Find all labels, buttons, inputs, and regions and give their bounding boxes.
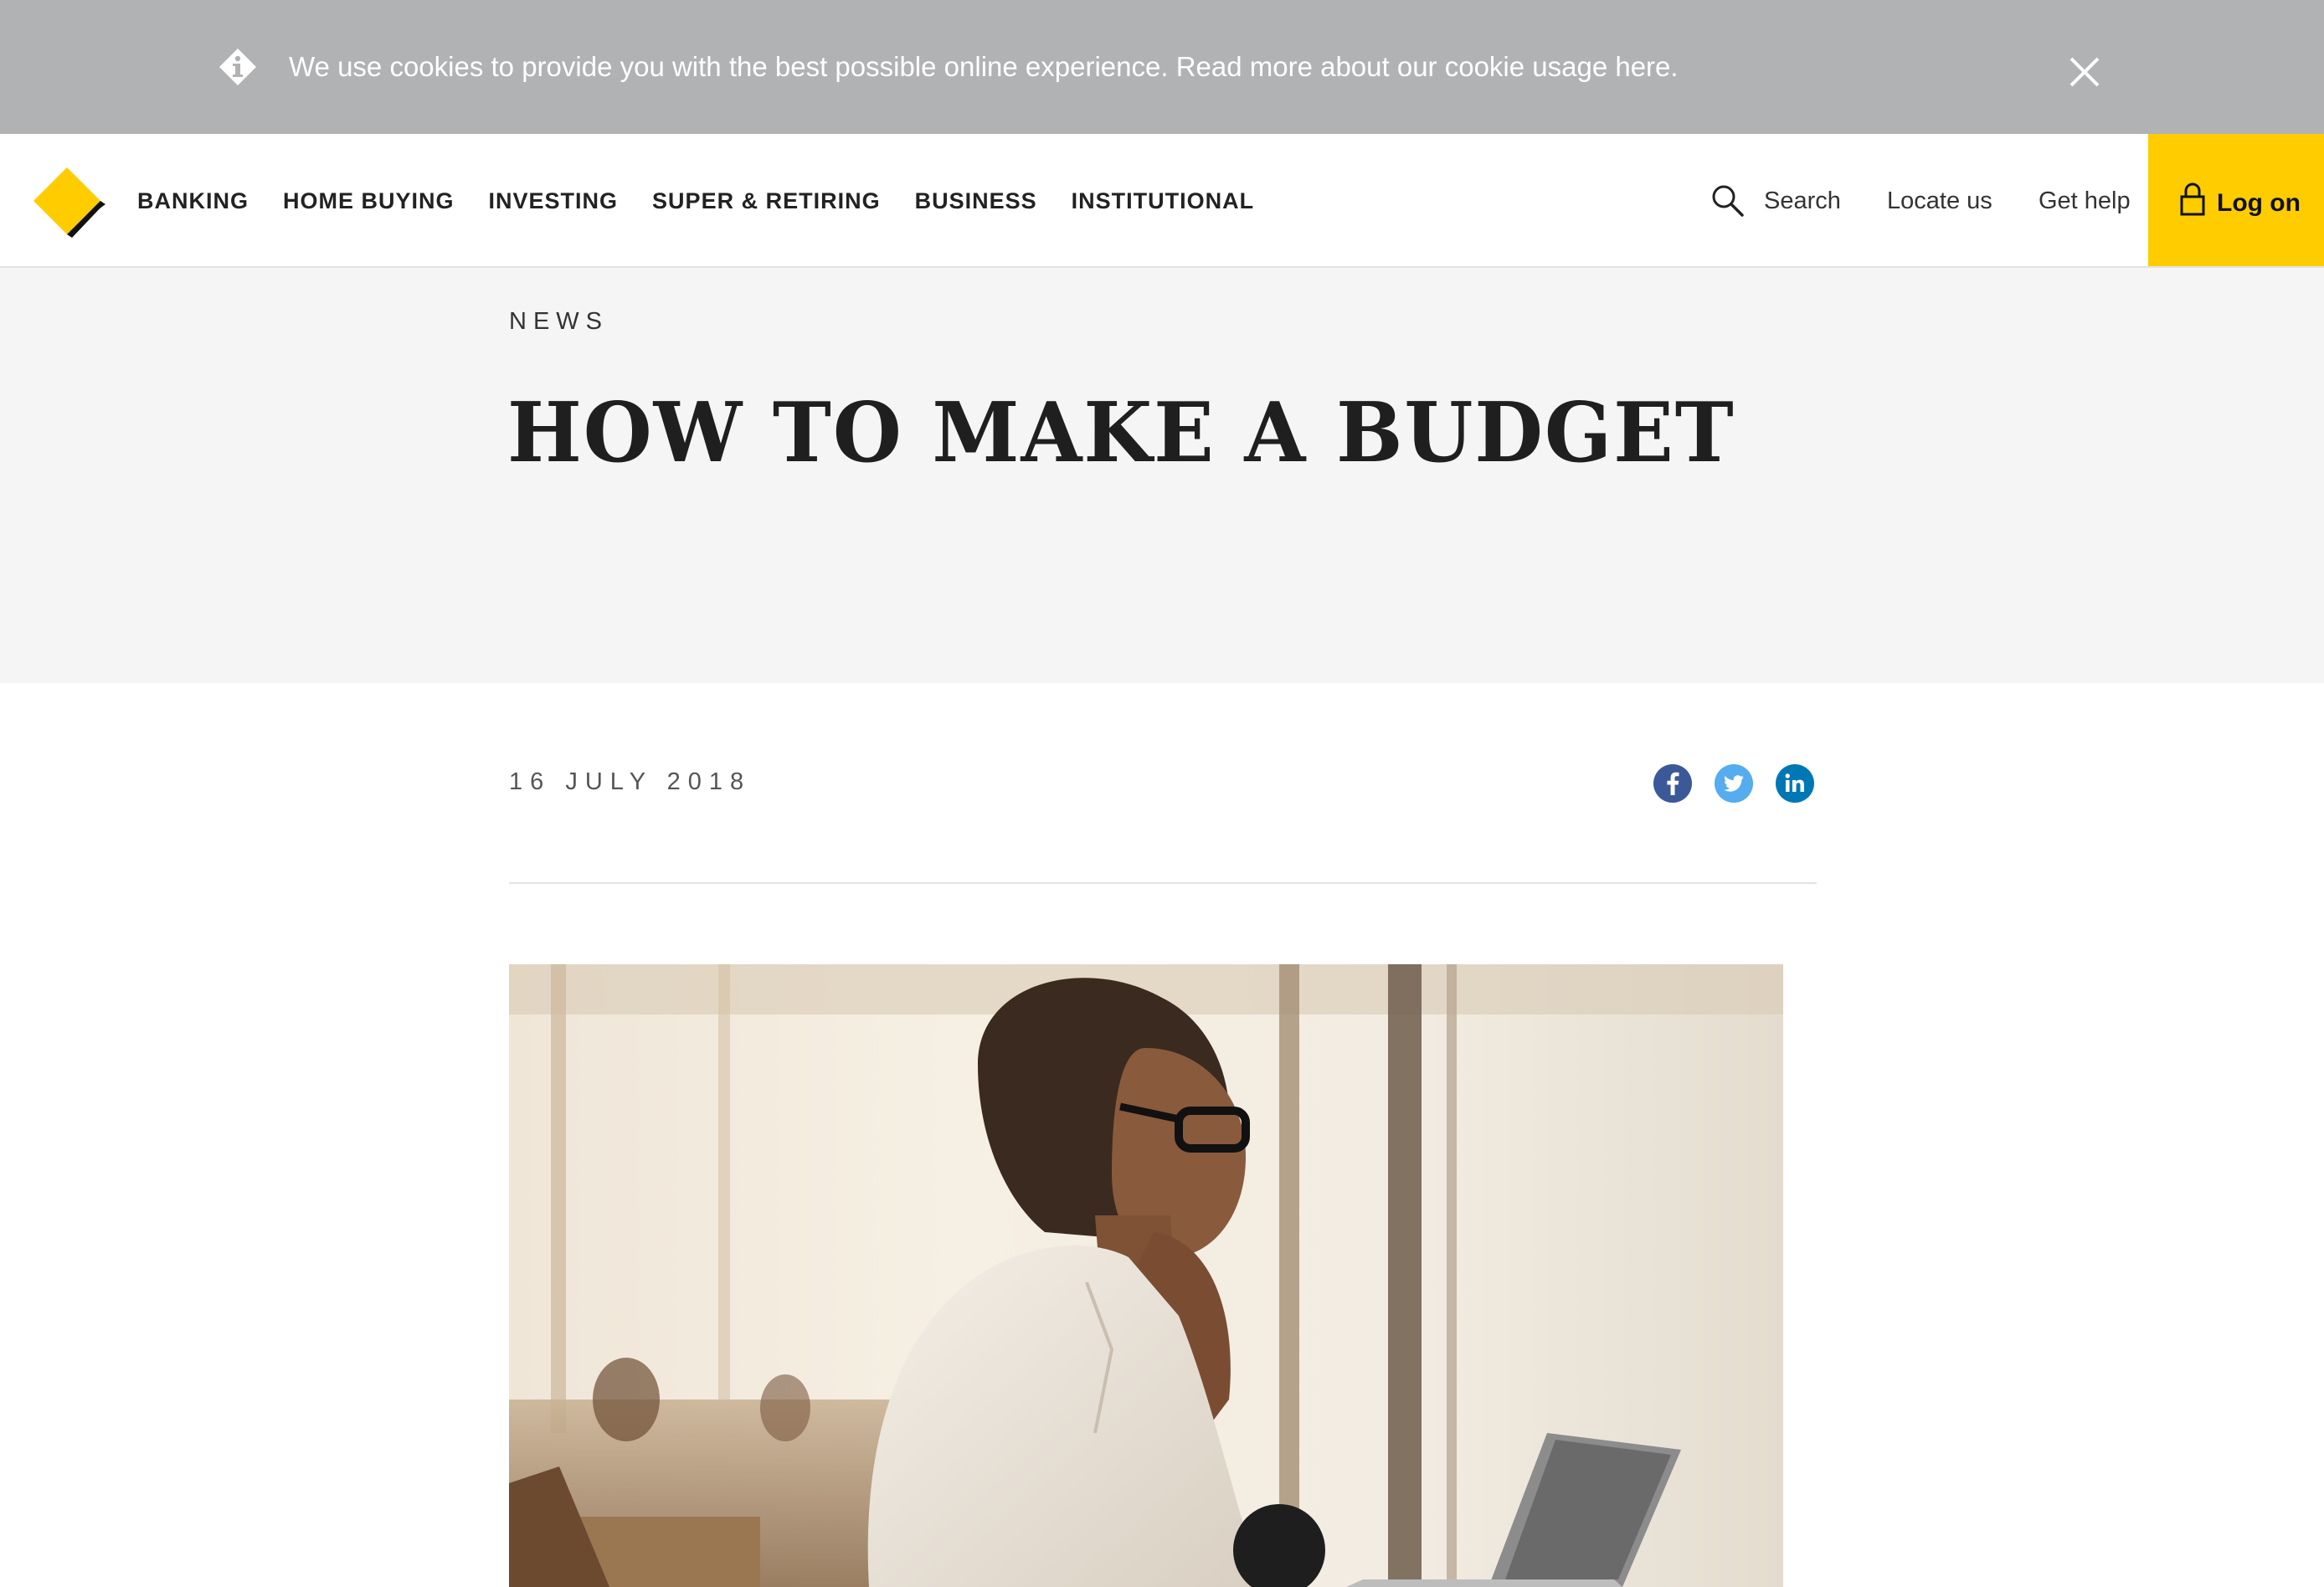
nav-business[interactable]: BUSINESS [915,188,1037,214]
cookie-message-text: We use cookies to provide you with the b… [289,51,1176,82]
article-date: 16 JULY 2018 [509,768,752,795]
locate-us-link[interactable]: Locate us [1887,134,1992,268]
info-diamond-icon [219,49,256,85]
search-link[interactable]: Search [1764,134,1841,268]
nav-super-retiring[interactable]: SUPER & RETIRING [652,188,881,214]
article-category: NEWS [509,308,609,335]
divider [509,882,1817,884]
linkedin-icon[interactable] [1775,763,1815,804]
nav-institutional[interactable]: INSTITUTIONAL [1072,188,1254,214]
page-title: HOW TO MAKE A BUDGET [507,385,1735,481]
log-on-label: Log on [2217,189,2301,217]
get-help-link[interactable]: Get help [2039,134,2131,268]
woman-at-laptop-photo [509,964,1783,1587]
facebook-icon[interactable] [1653,763,1693,804]
nav-banking[interactable]: BANKING [137,188,249,214]
cookie-message: We use cookies to provide you with the b… [289,47,1679,87]
article-hero: NEWS HOW TO MAKE A BUDGET [0,268,2324,683]
cookie-usage-link[interactable]: Read more about our cookie usage here [1176,51,1671,82]
site-header: BANKING HOME BUYING INVESTING SUPER & RE… [0,134,2324,268]
main-nav: BANKING HOME BUYING INVESTING SUPER & RE… [137,134,1288,268]
nav-home-buying[interactable]: HOME BUYING [283,188,455,214]
close-icon[interactable] [2066,54,2103,90]
lock-icon [2180,182,2205,216]
log-on-button[interactable]: Log on [2148,134,2324,266]
cookie-banner: We use cookies to provide you with the b… [0,0,2324,134]
cookie-message-suffix: . [1670,51,1679,82]
twitter-icon[interactable] [1714,763,1754,804]
commbank-logo[interactable] [33,166,105,238]
nav-investing[interactable]: INVESTING [489,188,619,214]
search-icon[interactable] [1711,184,1745,218]
